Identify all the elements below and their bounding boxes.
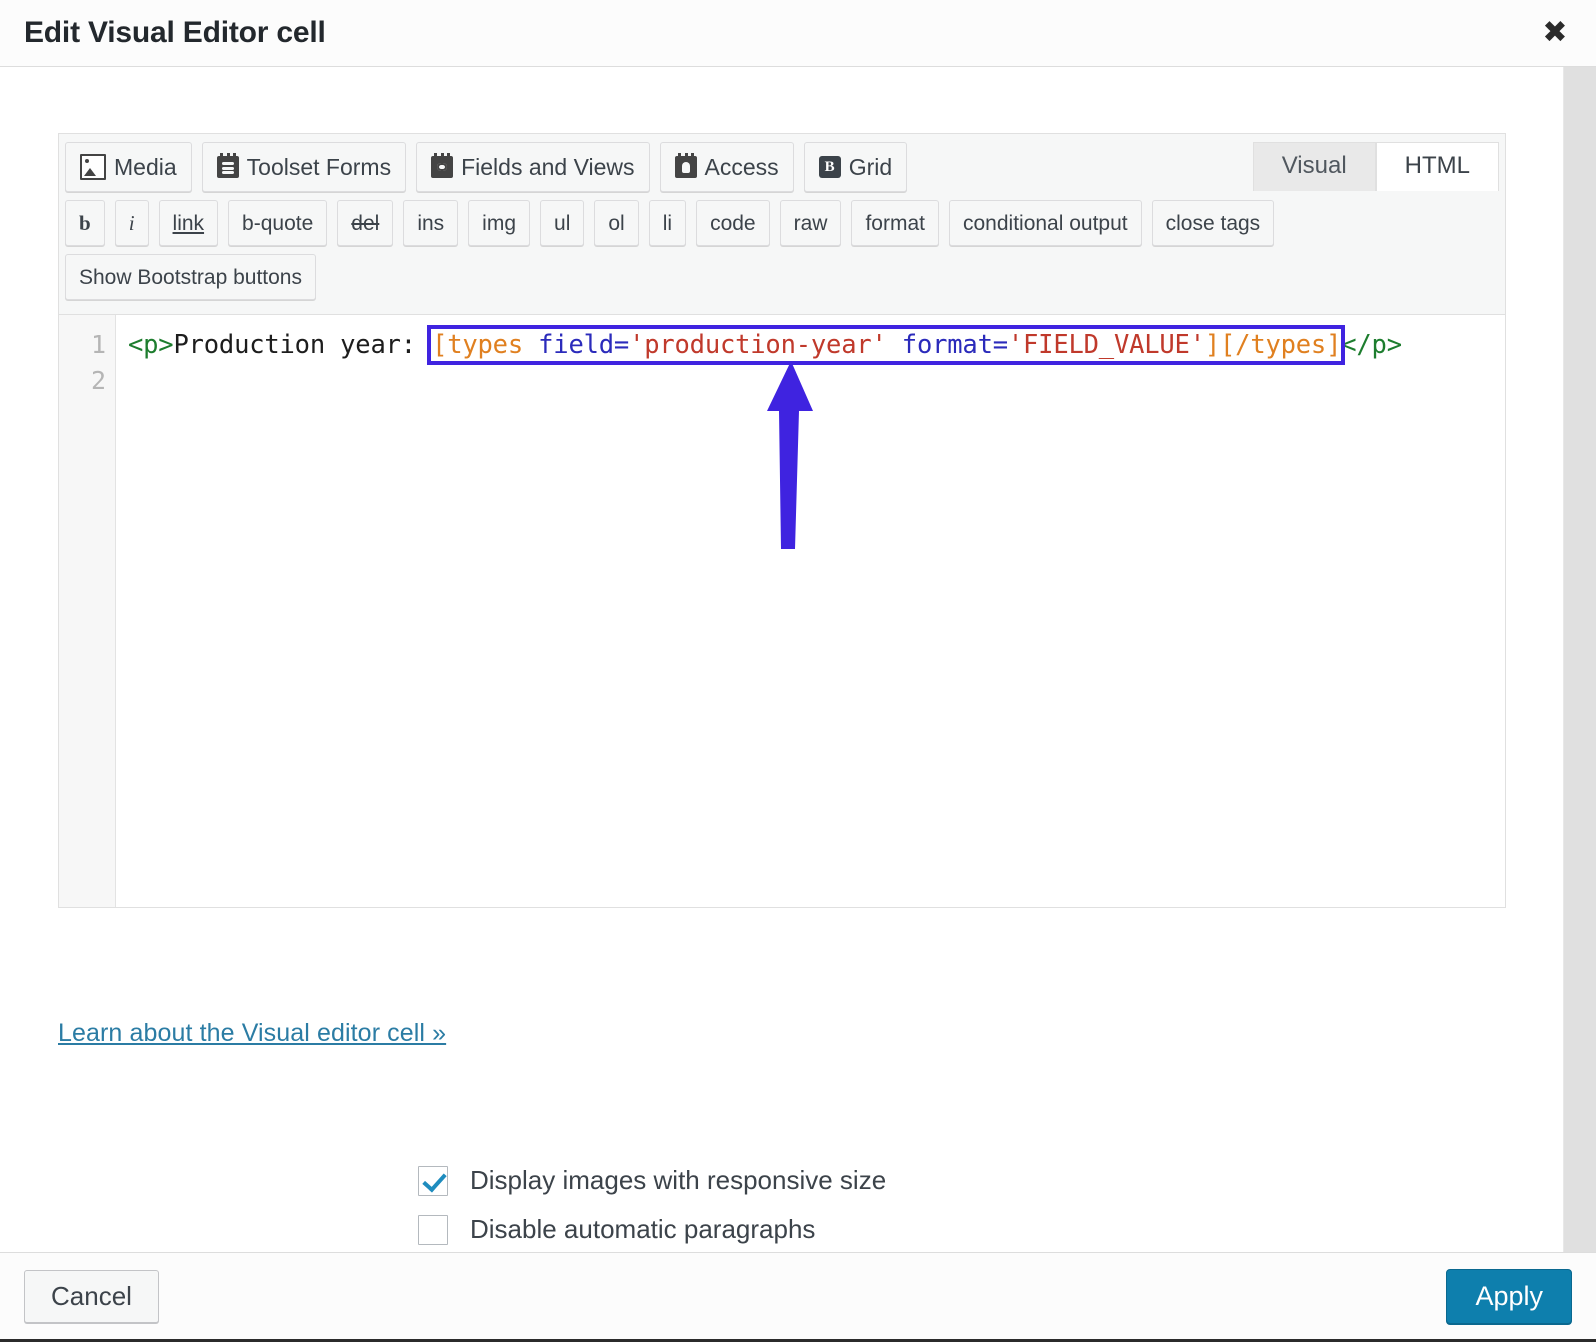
- line-number: 2: [59, 363, 115, 399]
- quicktag-ins[interactable]: ins: [403, 200, 458, 246]
- close-icon[interactable]: ✖: [1542, 20, 1568, 46]
- tab-visual[interactable]: Visual: [1253, 142, 1376, 191]
- checkbox-display-images-responsive[interactable]: [418, 1166, 448, 1196]
- code-token-attr-format: format=: [887, 330, 1008, 360]
- quicktag-link[interactable]: link: [159, 200, 219, 246]
- option-label: Disable automatic paragraphs: [470, 1214, 815, 1245]
- code-token-attr-format-value: 'FIELD_VALUE': [1008, 330, 1205, 360]
- fields-and-views-button[interactable]: Fields and Views: [416, 142, 649, 192]
- quicktag-conditional-output-label: conditional output: [963, 213, 1128, 234]
- code-token-shortcode-close: ][/types]: [1205, 330, 1341, 360]
- quicktag-format-label: format: [865, 213, 925, 234]
- media-button-label: Media: [114, 156, 177, 179]
- editor-mode-tabs: Visual HTML: [1253, 142, 1499, 191]
- option-row-responsive-images[interactable]: Display images with responsive size: [418, 1165, 886, 1196]
- fields-and-views-button-label: Fields and Views: [461, 156, 634, 179]
- quicktag-ins-label: ins: [417, 213, 444, 234]
- toolset-forms-button-label: Toolset Forms: [247, 156, 391, 179]
- quicktag-i[interactable]: i: [115, 200, 149, 246]
- grid-button-label: Grid: [849, 156, 892, 179]
- code-token-attr-field: field=: [523, 330, 629, 360]
- quicktag-link-label: link: [173, 213, 205, 234]
- checkbox-disable-automatic-paragraphs[interactable]: [418, 1215, 448, 1245]
- quicktag-ol-label: ol: [608, 213, 624, 234]
- quicktags-row-1: b i link b-quote del: [65, 200, 1499, 246]
- quicktag-code[interactable]: code: [696, 200, 770, 246]
- tab-html-label: HTML: [1405, 152, 1470, 179]
- option-row-disable-auto-paragraphs[interactable]: Disable automatic paragraphs: [418, 1214, 886, 1245]
- editor-options: Display images with responsive size Disa…: [418, 1165, 886, 1252]
- quicktag-b[interactable]: b: [65, 200, 105, 246]
- toolset-forms-button[interactable]: Toolset Forms: [202, 142, 406, 192]
- code-token-attr-field-value: 'production-year': [629, 330, 887, 360]
- code-token-open-tag: <p>: [128, 330, 173, 360]
- quicktag-conditional-output[interactable]: conditional output: [949, 200, 1142, 246]
- quicktag-close-tags[interactable]: close tags: [1152, 200, 1275, 246]
- quicktag-ul-label: ul: [554, 213, 570, 234]
- dialog-body: Media Toolset Forms Fields and Views: [0, 67, 1596, 1252]
- quicktag-format[interactable]: format: [851, 200, 939, 246]
- shortcode-highlight: [types field='production-year' format='F…: [431, 329, 1341, 361]
- html-editor-shell: Media Toolset Forms Fields and Views: [58, 133, 1506, 908]
- quicktag-code-label: code: [710, 213, 756, 234]
- quicktag-del[interactable]: del: [337, 200, 393, 246]
- code-token-close-tag: </p>: [1341, 330, 1402, 360]
- learn-about-visual-editor-cell-link[interactable]: Learn about the Visual editor cell »: [58, 1019, 446, 1048]
- access-button-label: Access: [705, 156, 779, 179]
- edit-visual-editor-cell-dialog: Edit Visual Editor cell ✖ Media Tool: [0, 0, 1596, 1342]
- grid-button[interactable]: B Grid: [804, 142, 907, 192]
- quicktag-raw[interactable]: raw: [780, 200, 842, 246]
- quicktag-img[interactable]: img: [468, 200, 530, 246]
- image-icon: [80, 154, 106, 180]
- show-bootstrap-buttons-label: Show Bootstrap buttons: [79, 267, 302, 288]
- quicktag-li[interactable]: li: [649, 200, 686, 246]
- quicktag-close-tags-label: close tags: [1166, 213, 1261, 234]
- option-label: Display images with responsive size: [470, 1165, 886, 1196]
- quicktag-i-label: i: [129, 213, 135, 234]
- access-lock-icon: [675, 156, 697, 178]
- media-button[interactable]: Media: [65, 142, 192, 192]
- code-editor[interactable]: 1 2 <p>Production year: [types field='pr…: [59, 315, 1505, 907]
- dialog-scroll-content: Media Toolset Forms Fields and Views: [0, 67, 1563, 1252]
- cancel-button[interactable]: Cancel: [24, 1270, 159, 1323]
- quicktag-li-label: li: [663, 213, 672, 234]
- quicktag-del-label: del: [351, 213, 379, 234]
- show-bootstrap-buttons-button[interactable]: Show Bootstrap buttons: [65, 254, 316, 300]
- line-number: 1: [59, 327, 115, 363]
- code-content[interactable]: <p>Production year: [types field='produc…: [116, 315, 1505, 907]
- quicktag-raw-label: raw: [794, 213, 828, 234]
- access-button[interactable]: Access: [660, 142, 794, 192]
- quicktag-img-label: img: [482, 213, 516, 234]
- quicktag-b-quote-label: b-quote: [242, 213, 313, 234]
- tab-html[interactable]: HTML: [1376, 142, 1499, 191]
- quicktag-ol[interactable]: ol: [594, 200, 638, 246]
- tab-visual-label: Visual: [1282, 152, 1347, 179]
- line-number-gutter: 1 2: [59, 315, 116, 907]
- fields-and-views-icon: [431, 156, 453, 178]
- vertical-scrollbar[interactable]: [1563, 67, 1596, 1252]
- dialog-footer: Cancel Apply: [0, 1252, 1596, 1342]
- quicktag-b-quote[interactable]: b-quote: [228, 200, 327, 246]
- toolset-forms-icon: [217, 156, 239, 178]
- dialog-title: Edit Visual Editor cell: [24, 16, 326, 50]
- quicktags-row-2: Show Bootstrap buttons: [65, 254, 1499, 300]
- quicktag-ul[interactable]: ul: [540, 200, 584, 246]
- code-token-shortcode-open: [types: [432, 330, 523, 360]
- code-token-text: Production year:: [173, 330, 431, 360]
- quicktag-b-label: b: [79, 213, 91, 234]
- editor-toolbar: Media Toolset Forms Fields and Views: [59, 134, 1505, 315]
- dialog-titlebar: Edit Visual Editor cell ✖: [0, 0, 1596, 67]
- apply-button[interactable]: Apply: [1446, 1269, 1572, 1324]
- bootstrap-grid-icon: B: [819, 156, 841, 178]
